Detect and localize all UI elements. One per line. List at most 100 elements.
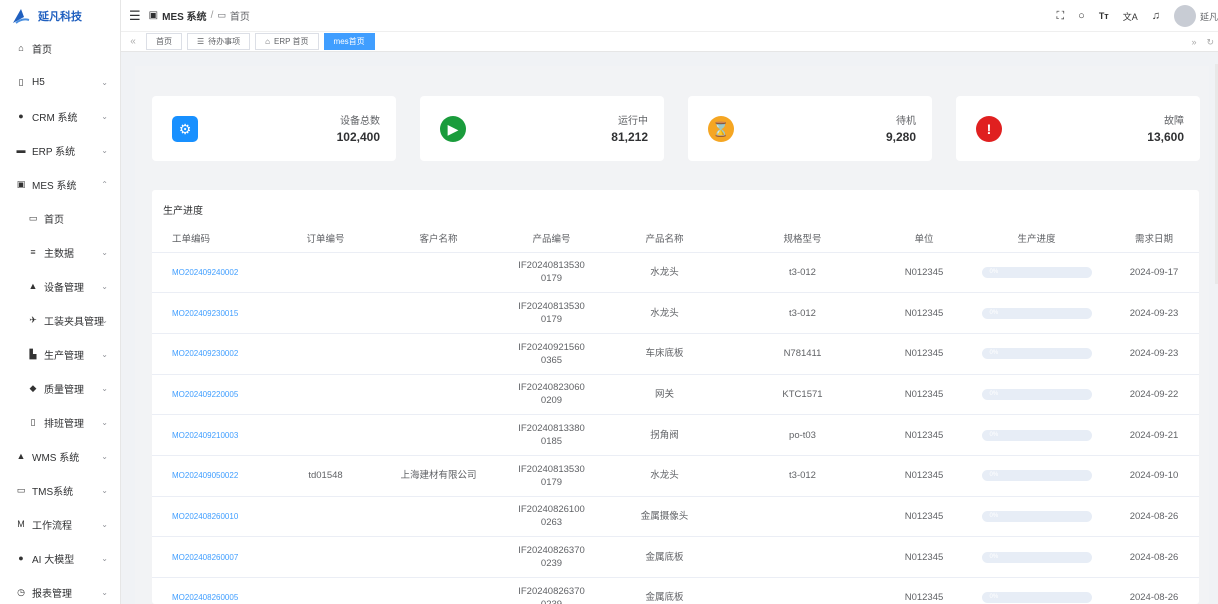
sidebar-item[interactable]: ▯ 排班管理 ⌄ [0, 405, 120, 439]
product-no: IF202408135300179 [518, 463, 585, 488]
table-row[interactable]: MO202408260007 IF202408263700239 金属底板 N0123… [152, 536, 1199, 578]
stat-label: 运行中 [618, 116, 648, 127]
table-row[interactable]: MO202409240002 IF202408135300179 水龙头 t3-012… [152, 252, 1199, 294]
chevron-down-icon[interactable]: ⌄ [101, 554, 108, 563]
list-icon: ☰ [197, 37, 205, 46]
table-row[interactable]: MO202409230002 IF202409215600365 车床底板 N7814… [152, 333, 1199, 375]
sidebar-item[interactable]: ▣ MES 系统 ⌃ [0, 167, 120, 201]
tabs-scroll-right-icon[interactable]: » [1191, 37, 1196, 47]
chevron-down-icon[interactable]: ⌄ [101, 418, 108, 427]
order-cell [269, 496, 382, 538]
chevron-down-icon[interactable]: ⌄ [101, 452, 108, 461]
font-size-icon[interactable]: Tт [1099, 11, 1109, 21]
bell-icon[interactable]: ♫ [1152, 10, 1160, 22]
progress-text: 0% [989, 268, 999, 275]
sidebar-item[interactable]: ≡ 主数据 ⌄ [0, 235, 120, 269]
sidebar-item[interactable]: ● CRM 系统 ⌄ [0, 99, 120, 133]
spec-cell: KTC1571 [721, 374, 884, 416]
table-row[interactable]: MO202408260010 IF202408261000263 金属摄像头 N012… [152, 496, 1199, 538]
sidebar-item[interactable]: ✈ 工装夹具管理 ⌄ [0, 303, 120, 337]
chevron-down-icon[interactable]: ⌄ [101, 486, 108, 495]
work-order-link[interactable]: MO202409230015 [152, 292, 269, 334]
sidebar-item[interactable]: ◆ 质量管理 ⌄ [0, 371, 120, 405]
sidebar-item[interactable]: ▲ WMS 系统 ⌄ [0, 439, 120, 473]
table-row[interactable]: MO202409210003 IF202408133800185 拐角阀 po-t03… [152, 414, 1199, 456]
sidebar-item[interactable]: ▯ H5 ⌄ [0, 65, 120, 99]
date-cell: 2024-09-21 [1109, 414, 1199, 456]
chevron-down-icon[interactable]: ⌄ [101, 112, 108, 121]
column-header: 订单编号 [269, 224, 382, 253]
breadcrumb-root[interactable]: MES 系统 [162, 8, 206, 23]
tabs-scroll-left-icon[interactable]: « [125, 36, 141, 47]
chevron-down-icon[interactable]: ⌄ [101, 520, 108, 529]
progress-bar: 0% [981, 388, 1092, 400]
table-row[interactable]: MO202409050022 td01548 上海建材有限公司 IF202408135… [152, 455, 1199, 497]
date-cell: 2024-09-23 [1109, 333, 1199, 375]
chevron-down-icon[interactable]: ⌄ [101, 316, 108, 325]
logo[interactable]: 延凡科技 [0, 0, 120, 32]
work-order-link[interactable]: MO202409240002 [152, 252, 269, 294]
progress-cell: 0% [964, 414, 1109, 456]
chevron-down-icon[interactable]: ⌄ [101, 384, 108, 393]
work-order-link[interactable]: MO202408260005 [152, 577, 269, 604]
sidebar-item[interactable]: ▲ 设备管理 ⌄ [0, 269, 120, 303]
refresh-icon[interactable]: ↻ [1206, 37, 1214, 48]
menu-toggle-icon[interactable]: ☰ [129, 8, 141, 24]
chevron-down-icon[interactable]: ⌄ [101, 248, 108, 257]
chevron-down-icon[interactable]: ⌄ [101, 282, 108, 291]
work-order-link[interactable]: MO202409210003 [152, 414, 269, 456]
table-row[interactable]: MO202409220005 IF202408230600209 网关 KTC1571… [152, 374, 1199, 416]
column-header: 产品编号 [495, 224, 608, 253]
sidebar-item[interactable]: ▬ ERP 系统 ⌄ [0, 133, 120, 167]
tab-label: 首页 [156, 37, 172, 46]
column-header: 需求日期 [1109, 224, 1199, 253]
product-no-cell: IF202408230600209 [495, 374, 608, 416]
date-cell: 2024-09-22 [1109, 374, 1199, 416]
stat-card: ! 故障 13,600 [956, 96, 1200, 161]
chevron-down-icon[interactable]: ⌄ [101, 588, 108, 597]
work-order-link[interactable]: MO202408260010 [152, 496, 269, 538]
sidebar-item[interactable]: ⌂ 首页 [0, 31, 120, 65]
tab[interactable]: ⌂ ERP 首页 [255, 33, 319, 50]
avatar[interactable] [1173, 5, 1196, 27]
work-order-link[interactable]: MO202409220005 [152, 374, 269, 416]
customer-cell [382, 414, 495, 456]
chevron-down-icon[interactable]: ⌄ [101, 146, 108, 155]
spec-cell: N781411 [721, 333, 884, 375]
breadcrumb-separator: / [210, 10, 214, 21]
table-row[interactable]: MO202408260005 IF202408263700239 金属底板 N0123… [152, 577, 1199, 604]
sidebar-item[interactable]: ▭ TMS系统 ⌄ [0, 473, 120, 507]
product-name-cell: 车床底板 [608, 333, 721, 375]
fullscreen-icon[interactable]: ⛶ [1056, 10, 1064, 23]
sidebar-item[interactable]: ● AI 大模型 ⌄ [0, 541, 120, 575]
sidebar-item[interactable]: ▭ 首页 [0, 201, 120, 235]
chevron-up-icon[interactable]: ⌃ [101, 180, 108, 189]
table-row[interactable]: MO202409230015 IF202408135300179 水龙头 t3-012… [152, 292, 1199, 334]
chevron-down-icon[interactable]: ⌄ [101, 78, 108, 87]
search-icon[interactable]: ○ [1078, 10, 1085, 22]
tab-label: mes首页 [333, 37, 365, 46]
work-order-link[interactable]: MO202409230002 [152, 333, 269, 375]
product-no: IF202408263700239 [518, 545, 585, 570]
tab[interactable]: mes首页 [323, 33, 375, 50]
progress-cell: 0% [964, 292, 1109, 334]
work-order-link[interactable]: MO202408260007 [152, 536, 269, 578]
unit-cell: N012345 [884, 374, 964, 416]
sidebar-item-label: 工作流程 [32, 520, 72, 532]
translate-icon[interactable]: 文A [1123, 10, 1138, 23]
sidebar-item[interactable]: ◷ 报表管理 ⌄ [0, 575, 120, 604]
gear-icon: ⚙ [172, 116, 198, 142]
sidebar-item-label: 排班管理 [44, 418, 84, 430]
spec-cell: t3-012 [721, 455, 884, 497]
sidebar: 延凡科技 ⌂ 首页 ▯ H5 ⌄ ● CRM 系统 ⌄ ▬ ERP 系统 ⌄ ▣ MES 系统 ⌃ ▭ 首页 ≡… [0, 0, 121, 604]
work-order-link[interactable]: MO202409050022 [152, 455, 269, 497]
tab[interactable]: ☰ 待办事项 [187, 33, 251, 50]
tab[interactable]: 首页 [146, 33, 182, 50]
sidebar-item[interactable]: ▙ 生产管理 ⌄ [0, 337, 120, 371]
sidebar-item[interactable]: M 工作流程 ⌄ [0, 507, 120, 541]
sidebar-item-label: 首页 [32, 44, 52, 56]
sidebar-item-label: WMS 系统 [32, 452, 80, 464]
chevron-down-icon[interactable]: ⌄ [101, 350, 108, 359]
user-name[interactable]: 延凡 [1200, 10, 1218, 23]
stat-value: 81,212 [611, 130, 648, 144]
